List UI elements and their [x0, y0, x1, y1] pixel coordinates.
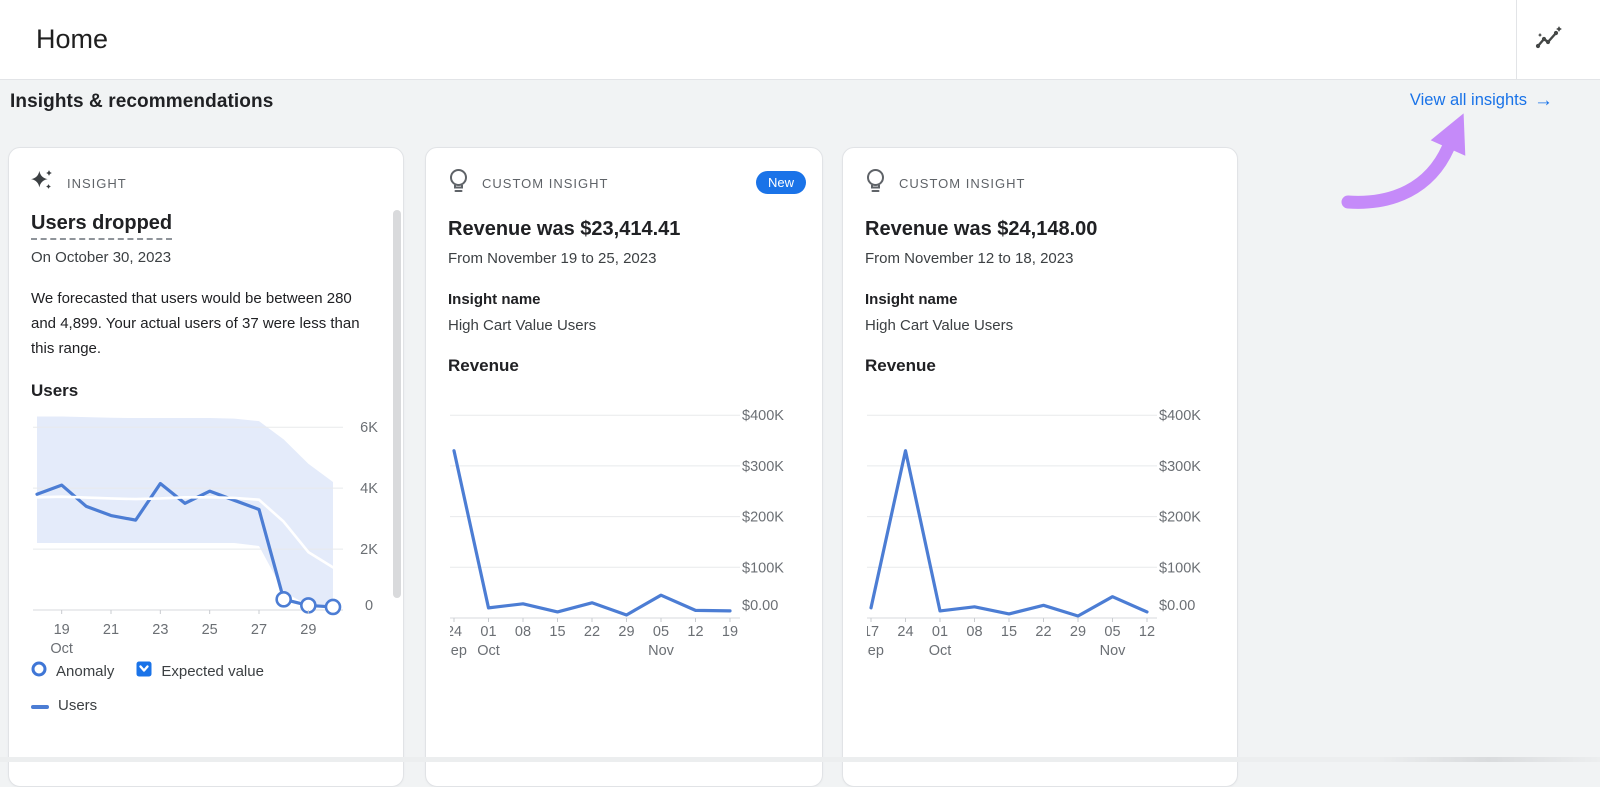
insight-card-users-dropped[interactable]: INSIGHT Users dropped On October 30, 202… — [8, 147, 404, 787]
svg-text:12: 12 — [1139, 624, 1155, 640]
svg-text:19: 19 — [54, 622, 70, 638]
custom-insight-card-revenue-nov19-25[interactable]: CUSTOM INSIGHT New Revenue was $23,414.4… — [425, 147, 823, 787]
insight-name-value: High Cart Value Users — [448, 317, 597, 334]
chart-legend-users: Users — [31, 697, 381, 714]
svg-text:27: 27 — [251, 622, 267, 638]
svg-text:4K: 4K — [360, 481, 378, 497]
users-line-icon — [31, 697, 49, 714]
chart-legend: Anomaly Expected value — [31, 661, 381, 681]
svg-text:Nov: Nov — [648, 643, 675, 659]
svg-text:6K: 6K — [360, 420, 378, 436]
svg-text:15: 15 — [549, 624, 565, 640]
svg-text:01: 01 — [480, 624, 496, 640]
insights-trend-icon — [1533, 24, 1563, 59]
view-all-insights-label: View all insights — [1409, 91, 1527, 109]
insights-section-header: Insights & recommendations View all insi… — [0, 80, 1600, 124]
svg-text:$400K: $400K — [1159, 408, 1201, 424]
card-kicker-label: CUSTOM INSIGHT — [899, 175, 1026, 191]
svg-text:19: 19 — [722, 624, 738, 640]
svg-text:01: 01 — [932, 624, 948, 640]
insights-button[interactable] — [1530, 23, 1566, 59]
analytics-home-page: Home Insights & recommendations View all… — [0, 0, 1600, 787]
svg-text:29: 29 — [618, 624, 634, 640]
card-title: Revenue was $24,148.00 — [865, 218, 1098, 240]
svg-text:$100K: $100K — [742, 560, 784, 576]
legend-expected-value: Expected value — [136, 661, 264, 681]
app-header: Home — [0, 0, 1600, 80]
svg-text:Sep: Sep — [867, 643, 884, 659]
chart-title: Revenue — [448, 356, 519, 375]
svg-text:15: 15 — [1001, 624, 1017, 640]
svg-text:$100K: $100K — [1159, 560, 1201, 576]
card-title[interactable]: Users dropped — [31, 212, 381, 240]
new-badge: New — [755, 171, 806, 194]
bottom-fold-strip — [0, 757, 1600, 762]
svg-text:$400K: $400K — [742, 408, 784, 424]
lightbulb-icon — [865, 168, 886, 199]
svg-text:Nov: Nov — [1100, 643, 1127, 659]
card-kicker-row: INSIGHT — [31, 169, 381, 197]
svg-text:22: 22 — [584, 624, 600, 640]
revenue-chart: $400K $300K $200K $100K $0.00 17 24 01 08 15 22 29 0… — [867, 408, 1201, 659]
svg-text:12: 12 — [687, 624, 703, 640]
header-divider — [1516, 0, 1517, 79]
card-kicker-row: CUSTOM INSIGHT — [865, 168, 1215, 194]
insight-name-label: Insight name — [865, 291, 958, 308]
chart-title: Revenue — [865, 356, 936, 375]
lightbulb-icon — [448, 168, 469, 199]
custom-insight-card-revenue-nov12-18[interactable]: CUSTOM INSIGHT Revenue was $24,148.00 Fr… — [842, 147, 1238, 787]
card-date: On October 30, 2023 — [31, 249, 172, 266]
legend-anomaly: Anomaly — [31, 661, 114, 681]
page-title: Home — [36, 24, 109, 54]
svg-text:Oct: Oct — [477, 643, 500, 659]
svg-text:Sep: Sep — [450, 643, 467, 659]
svg-text:29: 29 — [1070, 624, 1086, 640]
svg-text:23: 23 — [152, 622, 168, 638]
svg-text:24: 24 — [450, 624, 462, 640]
svg-text:0: 0 — [365, 598, 373, 614]
card-kicker-label: INSIGHT — [67, 175, 127, 191]
legend-users: Users — [31, 697, 97, 714]
svg-text:$200K: $200K — [1159, 510, 1201, 526]
chart-title: Users — [31, 381, 79, 400]
svg-text:$200K: $200K — [742, 510, 784, 526]
anomaly-circle-icon — [31, 661, 47, 681]
svg-text:05: 05 — [1104, 624, 1120, 640]
sparkle-icon — [31, 169, 54, 197]
svg-text:2K: 2K — [360, 542, 378, 558]
card-description: We forecasted that users would be betwee… — [31, 290, 360, 357]
view-all-insights-link[interactable]: View all insights → — [1410, 91, 1553, 110]
svg-text:$0.00: $0.00 — [742, 598, 778, 614]
section-title: Insights & recommendations — [10, 91, 274, 112]
users-chart: 6K 4K 2K 0 19 21 23 25 27 29 Oct — [33, 416, 378, 657]
svg-text:Oct: Oct — [929, 643, 952, 659]
card-kicker-label: CUSTOM INSIGHT — [482, 175, 609, 191]
svg-text:Oct: Oct — [50, 641, 73, 657]
card-date-range: From November 19 to 25, 2023 — [448, 250, 657, 267]
card-date-range: From November 12 to 18, 2023 — [865, 250, 1074, 267]
svg-text:17: 17 — [867, 624, 879, 640]
card-scrollbar[interactable] — [393, 210, 401, 598]
svg-text:$300K: $300K — [742, 459, 784, 475]
svg-text:08: 08 — [515, 624, 531, 640]
card-kicker-row: CUSTOM INSIGHT — [448, 168, 800, 194]
svg-text:$0.00: $0.00 — [1159, 598, 1195, 614]
svg-text:25: 25 — [202, 622, 218, 638]
svg-text:21: 21 — [103, 622, 119, 638]
svg-text:$300K: $300K — [1159, 459, 1201, 475]
svg-text:24: 24 — [897, 624, 913, 640]
svg-text:08: 08 — [966, 624, 982, 640]
svg-text:22: 22 — [1035, 624, 1051, 640]
expected-value-icon — [136, 661, 152, 681]
svg-text:29: 29 — [300, 622, 316, 638]
card-title: Revenue was $23,414.41 — [448, 218, 681, 240]
revenue-chart: $400K $300K $200K $100K $0.00 24 01 08 15 22 29 05 1… — [450, 408, 784, 659]
insight-name-label: Insight name — [448, 291, 541, 308]
right-arrow-icon: → — [1534, 90, 1553, 111]
insight-name-value: High Cart Value Users — [865, 317, 1014, 334]
svg-text:05: 05 — [653, 624, 669, 640]
